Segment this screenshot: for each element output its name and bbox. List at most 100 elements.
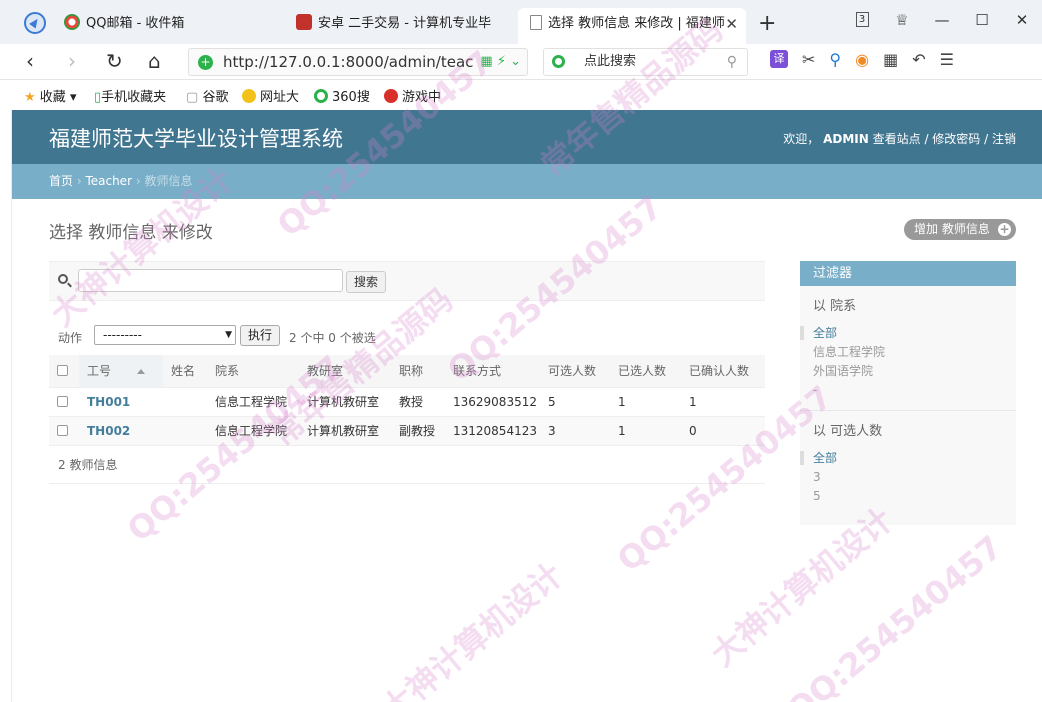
search-icon	[58, 274, 68, 284]
address-tools-icon[interactable]: ▦ ⚡ ⌄	[474, 49, 521, 75]
close-window-button[interactable]: ✕	[1002, 6, 1042, 34]
browser-logo-icon[interactable]	[24, 12, 46, 34]
cell-office: 计算机教研室	[299, 387, 391, 417]
scissors-icon[interactable]: ✂	[802, 50, 815, 69]
game-center-icon	[384, 89, 398, 103]
column-header-dept[interactable]: 院系	[207, 355, 299, 388]
filter-option[interactable]: 全部	[800, 324, 1016, 343]
logout-link[interactable]: 注销	[992, 132, 1016, 146]
search-toolbar: 搜索	[49, 261, 765, 301]
user-tools: 欢迎， ADMIN 查看站点 / 修改密码 / 注销	[783, 132, 1016, 146]
action-select[interactable]: --------- ▼	[94, 325, 236, 345]
page-icon: ▢	[186, 90, 199, 105]
translate-icon[interactable]: 译	[770, 50, 788, 68]
maximize-button[interactable]: ☐	[962, 6, 1002, 34]
cell-title: 教授	[391, 387, 445, 417]
selection-counter: 2 个中 0 个被选	[289, 331, 376, 345]
filter-heading: 过滤器	[800, 261, 1016, 286]
tab-count-button[interactable]: 3	[842, 6, 882, 34]
site-title[interactable]: 福建师范大学毕业设计管理系统	[49, 123, 343, 153]
bookmark-mobile[interactable]: ▯手机收藏夹	[94, 86, 166, 105]
sort-ascending-icon[interactable]	[137, 369, 146, 375]
filter-option[interactable]: 外国语学院	[813, 362, 1016, 381]
desktop-edge	[0, 110, 12, 702]
filter-group-title: 以 可选人数	[813, 424, 883, 439]
run-action-button[interactable]: 执行	[240, 325, 280, 346]
column-header-selected[interactable]: 已选人数	[610, 355, 681, 388]
search-button[interactable]: 搜索	[346, 271, 386, 293]
bookmark-favorites[interactable]: ★ 收藏 ▾	[24, 86, 76, 105]
tab-title: 安卓 二手交易 - 计算机专业毕	[318, 16, 492, 31]
column-header-id[interactable]: 工号	[79, 355, 163, 388]
tab-admin-active[interactable]: 选择 教师信息 来修改 | 福建师 ✕	[518, 8, 746, 44]
new-tab-button[interactable]: +	[758, 8, 776, 40]
window-controls: 3 ♕ — ☐ ✕	[842, 6, 1042, 34]
row-checkbox[interactable]	[49, 387, 79, 417]
menu-icon[interactable]: ☰	[940, 50, 954, 69]
address-url: http://127.0.0.1:8000/admin/teac	[223, 53, 474, 71]
filter-option[interactable]: 信息工程学院	[813, 343, 1016, 362]
cell-capacity: 5	[540, 387, 610, 417]
360-search-icon	[552, 55, 565, 68]
tab-close-icon[interactable]: ✕	[725, 8, 738, 40]
table-header-row: 工号 姓名 院系 教研室 职称 联系方式 可选人数 已选人数 已确认人数	[49, 355, 765, 388]
forward-icon[interactable]: ›	[68, 50, 76, 72]
page-favicon-icon	[530, 15, 542, 30]
tab-qq-mail[interactable]: QQ邮箱 - 收件箱	[64, 8, 289, 44]
cell-phone: 13629083512	[445, 387, 540, 417]
column-header-phone[interactable]: 联系方式	[445, 355, 540, 388]
column-header-confirmed[interactable]: 已确认人数	[681, 355, 765, 388]
bookmark-daohang[interactable]: 网址大	[242, 86, 299, 105]
column-header-title[interactable]: 职称	[391, 355, 445, 388]
minimize-button[interactable]: —	[922, 6, 962, 34]
column-header-name[interactable]: 姓名	[163, 355, 207, 388]
cell-capacity: 3	[540, 416, 610, 446]
bookmark-games[interactable]: 游戏中	[384, 86, 441, 105]
add-button-label: 增加 教师信息	[914, 222, 990, 236]
cell-name	[163, 387, 207, 417]
filter-option[interactable]: 3	[813, 468, 1016, 487]
column-header-capacity[interactable]: 可选人数	[540, 355, 610, 388]
filter-option[interactable]: -	[813, 381, 1016, 400]
filter-option[interactable]: 全部	[800, 449, 1016, 468]
plus-icon: +	[998, 222, 1011, 236]
qq-mail-favicon-icon	[64, 14, 80, 30]
bookmark-360[interactable]: 360搜	[314, 86, 370, 105]
tab-android-trade[interactable]: 安卓 二手交易 - 计算机专业毕	[296, 8, 516, 44]
right-toolbar: 译 ✂ ⚲ ◉ ▦ ↶ ☰	[770, 50, 954, 69]
magnifier-icon[interactable]: ⚲	[829, 50, 841, 69]
filter-group-title: 以 院系	[813, 299, 857, 314]
back-icon[interactable]: ‹	[26, 50, 34, 72]
breadcrumb: 首页 › Teacher › 教师信息	[12, 164, 1042, 199]
reload-icon[interactable]: ↻	[106, 50, 123, 72]
search-bar[interactable]: 点此搜索 ⚲	[543, 48, 748, 76]
cell-name	[163, 416, 207, 446]
skin-icon[interactable]: ♕	[882, 6, 922, 34]
cell-dept: 信息工程学院	[207, 416, 299, 446]
checkbox-icon	[57, 395, 68, 407]
breadcrumb-home[interactable]: 首页	[49, 174, 73, 188]
bookmarks-bar: ★ 收藏 ▾ ▯手机收藏夹 ▢ 谷歌 网址大 360搜 游戏中	[0, 80, 1042, 110]
star-icon: ★	[24, 90, 36, 105]
filter-option[interactable]: 5	[813, 487, 1016, 506]
home-icon[interactable]: ⌂	[148, 50, 161, 72]
game-icon[interactable]: ◉	[855, 50, 869, 69]
search-icon[interactable]: ⚲	[727, 49, 737, 75]
teacher-id-link[interactable]: TH001	[87, 395, 130, 409]
undo-icon[interactable]: ↶	[912, 50, 925, 69]
select-all-checkbox[interactable]	[49, 355, 79, 388]
change-password-link[interactable]: 修改密码	[932, 132, 980, 146]
watermark-text: 大神计算机设计	[373, 555, 570, 702]
cell-selected: 1	[610, 416, 681, 446]
column-header-office[interactable]: 教研室	[299, 355, 391, 388]
bookmark-google[interactable]: ▢ 谷歌	[186, 86, 228, 105]
view-site-link[interactable]: 查看站点	[873, 132, 921, 146]
username: ADMIN	[823, 132, 869, 146]
search-input[interactable]	[78, 269, 343, 292]
apps-grid-icon[interactable]: ▦	[883, 50, 898, 69]
row-checkbox[interactable]	[49, 416, 79, 446]
add-teacher-button[interactable]: 增加 教师信息 +	[904, 219, 1016, 240]
address-bar[interactable]: + http://127.0.0.1:8000/admin/teac ▦ ⚡ ⌄	[188, 48, 528, 76]
teacher-id-link[interactable]: TH002	[87, 424, 130, 438]
breadcrumb-app[interactable]: Teacher	[85, 174, 132, 188]
